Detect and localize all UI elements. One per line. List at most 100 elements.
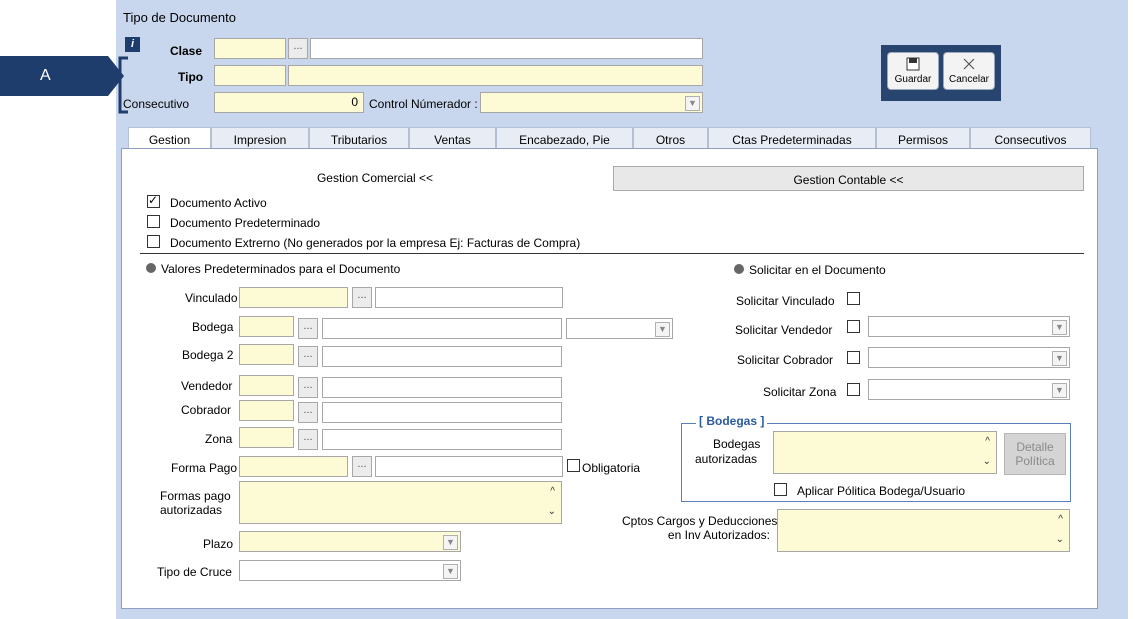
- solicitar-zona-checkbox[interactable]: [847, 383, 860, 396]
- plazo-label: Plazo: [203, 537, 234, 551]
- zona-name-input[interactable]: [322, 429, 562, 450]
- solicitar-vinculado-label: Solicitar Vinculado: [736, 294, 835, 308]
- forma-pago-name-input[interactable]: [375, 456, 563, 477]
- solicitar-zona-label: Solicitar Zona: [763, 385, 837, 399]
- bodega2-label: Bodega 2: [182, 348, 234, 362]
- solicitar-vendedor-label: Solicitar Vendedor: [735, 323, 833, 337]
- callout-label: A: [0, 56, 94, 96]
- vinculado-label: Vinculado: [185, 291, 238, 305]
- vendedor-name-input[interactable]: [322, 377, 562, 398]
- info-icon[interactable]: i: [125, 37, 140, 52]
- forma-pago-lookup-button[interactable]: ...: [352, 456, 372, 477]
- tipo-code-input[interactable]: [214, 65, 286, 86]
- clase-code-input[interactable]: [214, 38, 286, 59]
- vinculado-code-input[interactable]: [239, 287, 348, 308]
- documento-externo-label: Documento Extrerno (No generados por la …: [170, 236, 581, 250]
- cobrador-label: Cobrador: [181, 403, 232, 417]
- cobrador-name-input[interactable]: [322, 402, 562, 423]
- solicitar-cobrador-checkbox[interactable]: [847, 351, 860, 364]
- solicitar-vendedor-checkbox[interactable]: [847, 320, 860, 333]
- bodegas-autorizadas-list[interactable]: ^ ⌄: [773, 431, 997, 474]
- bodega-name-input[interactable]: [322, 318, 562, 339]
- zona-code-input[interactable]: [239, 427, 294, 448]
- plazo-select[interactable]: ▼: [239, 531, 461, 552]
- scroll-down-icon[interactable]: ⌄: [983, 456, 991, 467]
- save-icon: [906, 57, 920, 71]
- formas-pago-label-2: autorizadas: [160, 503, 223, 517]
- clase-label: Clase: [170, 44, 203, 58]
- scroll-down-icon[interactable]: ⌄: [1056, 534, 1064, 545]
- obligatoria-checkbox[interactable]: [567, 459, 580, 472]
- obligatoria-label: Obligatoria: [582, 461, 641, 475]
- detalle-politica-label-1: Detalle: [1016, 440, 1054, 454]
- bodegas-label-1: Bodegas: [713, 437, 761, 451]
- vendedor-lookup-button[interactable]: ...: [298, 377, 318, 398]
- chevron-down-icon: ▼: [443, 564, 458, 579]
- subtab-gestion-comercial[interactable]: Gestion Comercial <<: [137, 166, 613, 191]
- subtab-gestion-contable[interactable]: Gestion Contable <<: [613, 166, 1084, 191]
- window-title: Tipo de Documento: [123, 10, 236, 25]
- bodega-label: Bodega: [192, 320, 234, 334]
- cancelar-label: Cancelar: [948, 74, 990, 85]
- scroll-down-icon[interactable]: ⌄: [548, 506, 556, 517]
- bodega2-code-input[interactable]: [239, 344, 294, 365]
- forma-pago-code-input[interactable]: [239, 456, 348, 477]
- scroll-up-icon[interactable]: ^: [985, 436, 990, 447]
- scroll-up-icon[interactable]: ^: [1058, 514, 1063, 525]
- cptos-label-2: en Inv Autorizados:: [667, 528, 770, 542]
- consecutivo-label: Consecutivo: [123, 97, 190, 111]
- formas-pago-label-1: Formas pago: [160, 489, 231, 503]
- detalle-politica-button[interactable]: Detalle Política: [1004, 433, 1066, 475]
- vinculado-name-input[interactable]: [375, 287, 563, 308]
- formas-pago-autorizadas-list[interactable]: ^ ⌄: [239, 481, 562, 524]
- documento-activo-checkbox[interactable]: [147, 193, 160, 208]
- consecutivo-input[interactable]: 0: [214, 92, 364, 113]
- cobrador-code-input[interactable]: [239, 400, 294, 421]
- documento-predeterminado-checkbox[interactable]: [147, 215, 160, 228]
- valores-heading: Valores Predeterminados para el Document…: [161, 262, 401, 276]
- radio-solicitar-icon: [734, 264, 744, 274]
- scroll-up-icon[interactable]: ^: [550, 486, 555, 497]
- cptos-cargos-list[interactable]: ^ ⌄: [777, 509, 1070, 552]
- bodega2-lookup-button[interactable]: ...: [298, 346, 318, 367]
- solicitar-heading: Solicitar en el Documento: [749, 263, 886, 277]
- documento-externo-checkbox[interactable]: [147, 235, 160, 248]
- tipo-label: Tipo: [178, 70, 204, 84]
- solicitar-zona-select[interactable]: ▼: [868, 379, 1070, 400]
- action-bar: Guardar Cancelar: [881, 45, 1001, 101]
- guardar-label: Guardar: [894, 74, 932, 85]
- tipo-name-input[interactable]: [288, 65, 703, 86]
- tipo-cruce-label: Tipo de Cruce: [157, 565, 232, 579]
- chevron-down-icon: ▼: [1052, 351, 1067, 366]
- bodega-code-input[interactable]: [239, 316, 294, 337]
- aplicar-politica-checkbox[interactable]: [774, 483, 787, 496]
- guardar-button[interactable]: Guardar: [887, 52, 939, 90]
- solicitar-cobrador-label: Solicitar Cobrador: [737, 353, 834, 367]
- bodega-lookup-button[interactable]: ...: [298, 318, 318, 339]
- clase-lookup-button[interactable]: ...: [288, 38, 308, 59]
- chevron-down-icon: ▼: [443, 535, 458, 550]
- documento-activo-label: Documento Activo: [170, 196, 267, 210]
- vendedor-code-input[interactable]: [239, 375, 294, 396]
- tipo-cruce-select[interactable]: ▼: [239, 560, 461, 581]
- chevron-down-icon: ▼: [685, 96, 700, 111]
- radio-valores-icon: [146, 263, 156, 273]
- clase-name-input[interactable]: [310, 38, 703, 59]
- bodegas-group-title: [ Bodegas ]: [696, 414, 768, 428]
- cobrador-lookup-button[interactable]: ...: [298, 402, 318, 423]
- vinculado-lookup-button[interactable]: ...: [352, 287, 372, 308]
- bodegas-label-2: autorizadas: [695, 452, 758, 466]
- bodega2-name-input[interactable]: [322, 346, 562, 367]
- close-icon: [963, 58, 975, 70]
- cancelar-button[interactable]: Cancelar: [943, 52, 995, 90]
- solicitar-cobrador-select[interactable]: ▼: [868, 347, 1070, 368]
- solicitar-vendedor-select[interactable]: ▼: [868, 316, 1070, 337]
- bodega-select[interactable]: ▼: [566, 318, 673, 339]
- solicitar-vinculado-checkbox[interactable]: [847, 292, 860, 305]
- section-divider: [140, 253, 1084, 254]
- chevron-down-icon: ▼: [655, 322, 670, 337]
- control-numerador-select[interactable]: ▼: [480, 92, 703, 113]
- zona-lookup-button[interactable]: ...: [298, 429, 318, 450]
- forma-pago-label: Forma Pago: [171, 461, 238, 475]
- vendedor-label: Vendedor: [181, 379, 233, 393]
